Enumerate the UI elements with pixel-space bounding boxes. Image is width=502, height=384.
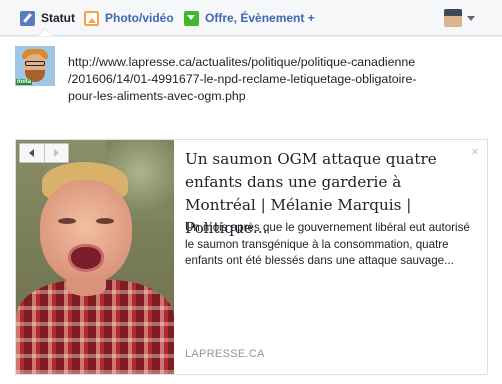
active-tab-indicator (38, 29, 52, 36)
chevron-left-icon (29, 149, 35, 157)
pencil-icon (20, 10, 35, 26)
preview-image (16, 140, 174, 374)
avatar-badge: meta (16, 79, 33, 85)
carousel-next-button[interactable] (43, 144, 68, 162)
post-text-input[interactable]: http://www.lapresse.ca/actualites/politi… (68, 54, 488, 105)
flag-icon (184, 10, 199, 26)
post-as-selector[interactable] (444, 8, 476, 28)
composer-body: meta http://www.lapresse.ca/actualites/p… (0, 37, 502, 384)
tab-photo-video-label: Photo/vidéo (105, 11, 174, 25)
preview-domain: LAPRESSE.CA (185, 348, 265, 360)
tab-offer-event-label: Offre, Évènement + (205, 11, 315, 25)
tab-offer-event[interactable]: Offre, Évènement + (184, 8, 315, 28)
chevron-down-icon (467, 15, 475, 21)
carousel-prev-button[interactable] (20, 144, 44, 162)
chevron-right-icon (53, 149, 59, 157)
tab-status-label: Statut (41, 11, 75, 25)
link-preview-card[interactable]: × Un saumon OGM attaque quatre enfants d… (15, 139, 488, 375)
author-avatar: meta (15, 46, 55, 86)
tab-status[interactable]: Statut (20, 8, 75, 28)
tab-photo-video[interactable]: Photo/vidéo (84, 8, 174, 28)
image-carousel-nav (19, 143, 69, 163)
photo-icon (84, 10, 99, 26)
selector-avatar (444, 9, 462, 27)
composer-tab-bar: Statut Photo/vidéo Offre, Évènement + (0, 0, 502, 36)
preview-description: Un mois après que le gouvernement libéra… (185, 221, 470, 267)
